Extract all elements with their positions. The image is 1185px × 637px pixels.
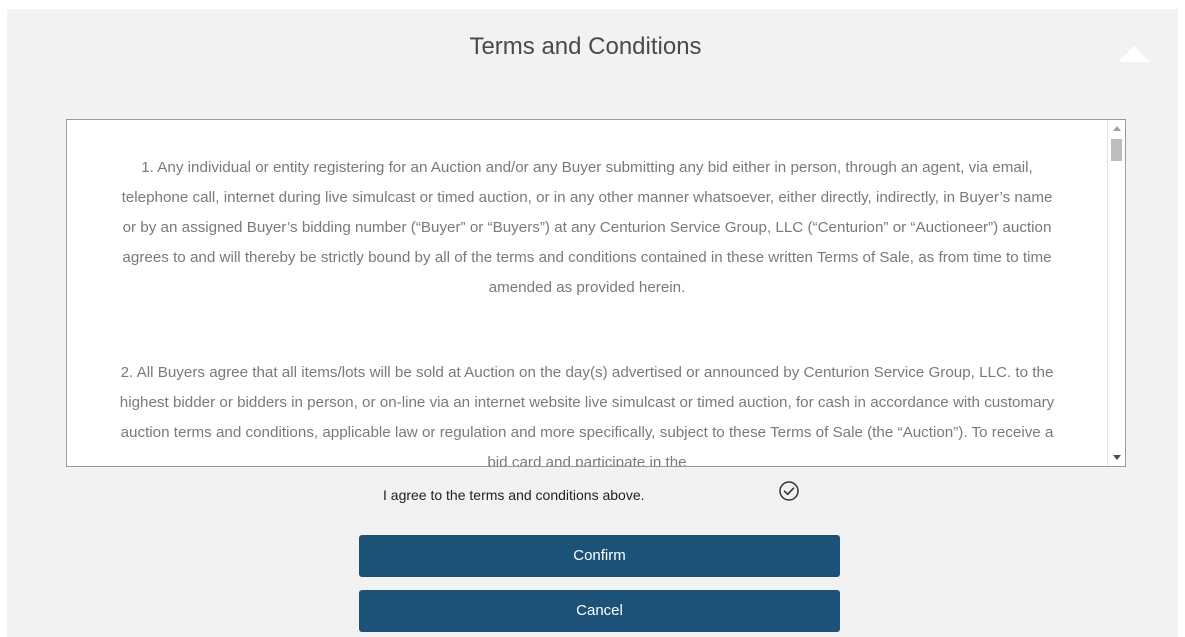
caret-up-icon[interactable] [1118,46,1150,62]
vertical-scrollbar[interactable] [1107,120,1125,466]
scroll-down-arrow-icon[interactable] [1113,455,1121,460]
scroll-up-arrow-icon[interactable] [1113,126,1121,131]
dialog-title: Terms and Conditions [469,33,702,60]
agree-checkbox-row[interactable]: I agree to the terms and conditions abov… [383,479,823,509]
confirm-button[interactable]: Confirm [359,535,840,577]
terms-scroll-area[interactable]: 1. Any individual or entity registering … [66,119,1126,467]
cancel-button[interactable]: Cancel [359,590,840,632]
check-circle-icon[interactable] [778,480,800,502]
scrollbar-thumb[interactable] [1111,139,1122,161]
terms-paragraph: 2. All Buyers agree that all items/lots … [119,364,1055,467]
agree-label: I agree to the terms and conditions abov… [383,487,645,503]
terms-paragraph: 1. Any individual or entity registering … [121,159,1053,296]
